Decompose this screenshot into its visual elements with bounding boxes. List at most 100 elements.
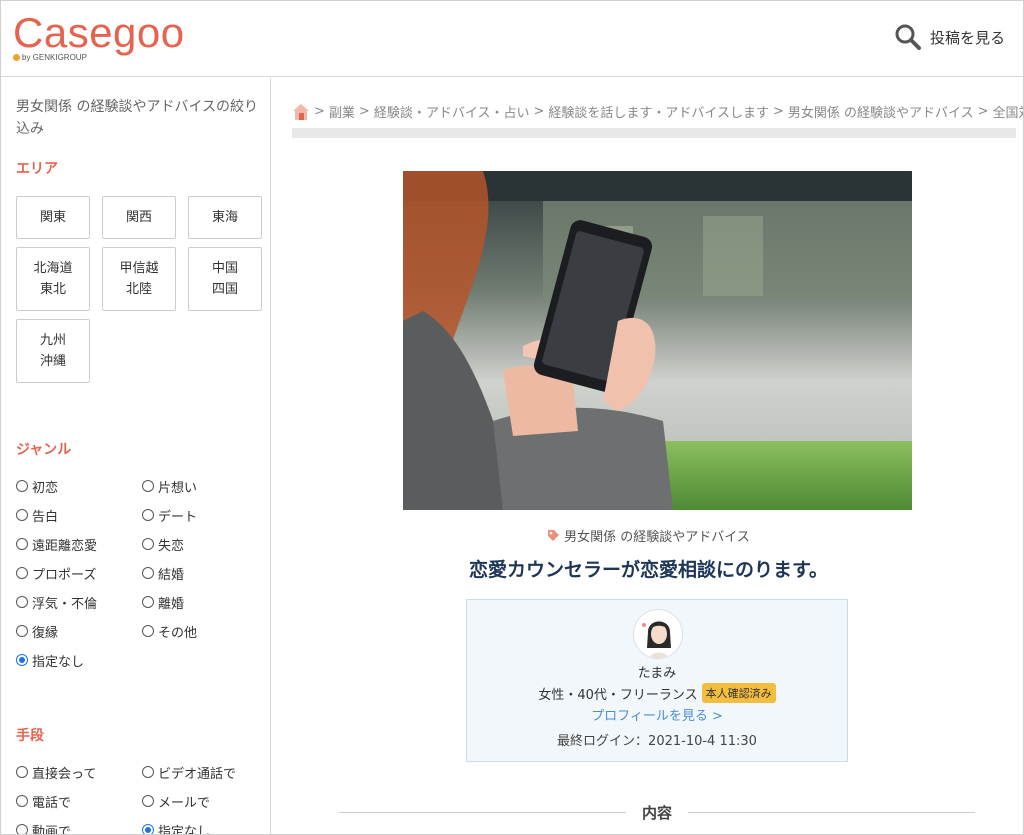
view-profile-link[interactable]: プロフィールを見る > (467, 705, 847, 724)
method-option-label: 直接会って (32, 766, 97, 782)
radio-icon (16, 596, 28, 608)
radio-icon (16, 625, 28, 637)
method-option-unspecified[interactable]: 指定なし (142, 821, 268, 834)
genre-option-label: プロポーズ (32, 567, 97, 583)
area-button-kyushu-okinawa[interactable]: 九州 沖縄 (16, 319, 90, 383)
method-option-label: 電話で (32, 795, 72, 811)
genre-option-label: 告白 (32, 509, 59, 525)
filter-sidebar: 男女関係 の経験談やアドバイスの絞り込み エリア 関東 関西 東海 北海道 東北… (1, 78, 271, 834)
method-option-video[interactable]: 動画で (16, 821, 142, 834)
method-option-email[interactable]: メールで (142, 792, 268, 811)
genre-option-proposal[interactable]: プロポーズ (16, 564, 142, 583)
breadcrumb-item[interactable]: 副業 (329, 102, 355, 121)
radio-icon (142, 795, 154, 807)
content-section-heading: 内容 (339, 802, 976, 822)
genre-option-other[interactable]: その他 (142, 622, 268, 641)
avatar-illustration (634, 610, 682, 658)
method-option-label: メールで (158, 795, 211, 811)
genre-option-date[interactable]: デート (142, 506, 268, 525)
last-login: 最終ログイン：2021-10-4 11:30 (557, 734, 757, 749)
search-icon (895, 24, 921, 50)
logo-sub-label: by GENKIGROUP (22, 53, 87, 62)
radio-icon (16, 824, 28, 834)
radio-icon (16, 766, 28, 778)
breadcrumb: > 副業 > 経験談・アドバイス・占い > 経験談を話します・アドバイスします … (292, 102, 1023, 121)
page-frame: Casegoo by GENKIGROUP 投稿を見る 男女関係 の経験談やアド… (0, 0, 1024, 835)
genre-option-reunion[interactable]: 復縁 (16, 622, 142, 641)
area-button-kanto[interactable]: 関東 (16, 196, 90, 239)
profile-card: たまみ 女性・40代・フリーランス 本人確認済み プロフィールを見る > 最終ロ… (466, 599, 848, 762)
genre-option-long-distance[interactable]: 遠距離恋愛 (16, 535, 142, 554)
breadcrumb-item[interactable]: 経験談を話します・アドバイスします (548, 102, 769, 121)
breadcrumb-separator: > (358, 104, 370, 119)
divider (688, 811, 976, 813)
category-tag[interactable]: 男女関係 の経験談やアドバイス (272, 526, 1023, 545)
radio-icon (16, 509, 28, 521)
area-button-kansai[interactable]: 関西 (102, 196, 176, 239)
main-content: > 副業 > 経験談・アドバイス・占い > 経験談を話します・アドバイスします … (272, 78, 1023, 834)
radio-icon (16, 567, 28, 579)
genre-option-first-love[interactable]: 初恋 (16, 477, 142, 496)
genre-option-label: 結婚 (158, 567, 185, 583)
tag-icon (548, 530, 560, 541)
genre-option-label: 片想い (158, 480, 198, 496)
radio-icon (142, 480, 154, 492)
area-button-chugoku-shikoku[interactable]: 中国 四国 (188, 247, 262, 311)
breadcrumb-separator: > (772, 104, 784, 119)
area-buttons: 関東 関西 東海 北海道 東北 甲信越 北陸 中国 四国 九州 沖縄 (16, 196, 262, 383)
breadcrumb-item[interactable]: 経験談・アドバイス・占い (374, 102, 530, 121)
smartphone-photo (403, 171, 912, 510)
breadcrumb-scrollbar[interactable] (292, 128, 1016, 138)
area-button-koshinetsu-hokuriku[interactable]: 甲信越 北陸 (102, 247, 176, 311)
divider (339, 811, 626, 813)
method-option-label: ビデオ通話で (158, 766, 237, 782)
genre-option-unspecified[interactable]: 指定なし (16, 651, 142, 670)
view-posts-link[interactable]: 投稿を見る (894, 23, 1005, 51)
radio-icon (142, 538, 154, 550)
radio-icon (16, 795, 28, 807)
area-heading: エリア (16, 161, 58, 177)
genre-option-label: 浮気・不倫 (32, 596, 98, 612)
home-icon[interactable] (292, 103, 310, 121)
genre-option-label: 初恋 (32, 480, 59, 496)
method-option-phone[interactable]: 電話で (16, 792, 142, 811)
method-option-in-person[interactable]: 直接会って (16, 763, 142, 782)
sidebar-title: 男女関係 の経験談やアドバイスの絞り込み (16, 99, 259, 137)
hero-image (403, 171, 912, 510)
radio-selected-icon (142, 824, 154, 834)
genre-option-label: 遠距離恋愛 (32, 538, 98, 554)
radio-icon (16, 538, 28, 550)
radio-icon (142, 509, 154, 521)
breadcrumb-item[interactable]: 全国対応 (993, 102, 1023, 121)
radio-icon (142, 596, 154, 608)
area-button-tokai[interactable]: 東海 (188, 196, 262, 239)
radio-selected-icon (16, 654, 28, 666)
breadcrumb-item[interactable]: 男女関係 の経験談やアドバイス (788, 102, 974, 121)
genre-option-confession[interactable]: 告白 (16, 506, 142, 525)
genre-option-marriage[interactable]: 結婚 (142, 564, 268, 583)
content-heading-label: 内容 (642, 803, 673, 822)
genki-dot-icon (13, 54, 20, 61)
genre-heading: ジャンル (16, 442, 72, 458)
genre-option-heartbreak[interactable]: 失恋 (142, 535, 268, 554)
genre-option-affair[interactable]: 浮気・不倫 (16, 593, 142, 612)
genre-option-label: 失恋 (158, 538, 185, 554)
genre-option-label: 復縁 (32, 625, 59, 641)
genre-option-label: デート (158, 509, 198, 525)
radio-icon (142, 567, 154, 579)
avatar[interactable] (633, 609, 683, 659)
logo[interactable]: Casegoo by GENKIGROUP (13, 9, 185, 62)
breadcrumb-separator: > (533, 104, 545, 119)
genre-option-one-sided[interactable]: 片想い (142, 477, 268, 496)
area-button-hokkaido-tohoku[interactable]: 北海道 東北 (16, 247, 90, 311)
method-heading: 手段 (16, 728, 44, 744)
site-header: Casegoo by GENKIGROUP 投稿を見る (1, 1, 1023, 77)
breadcrumb-separator: > (314, 104, 325, 119)
genre-option-divorce[interactable]: 離婚 (142, 593, 268, 612)
radio-icon (142, 625, 154, 637)
profile-info-text: 女性・40代・フリーランス (538, 687, 698, 703)
method-options: 直接会って ビデオ通話で 電話で メールで 動画で 指定なし (16, 763, 255, 834)
breadcrumb-separator: > (977, 104, 989, 119)
method-option-video-call[interactable]: ビデオ通話で (142, 763, 268, 782)
radio-icon (142, 766, 154, 778)
